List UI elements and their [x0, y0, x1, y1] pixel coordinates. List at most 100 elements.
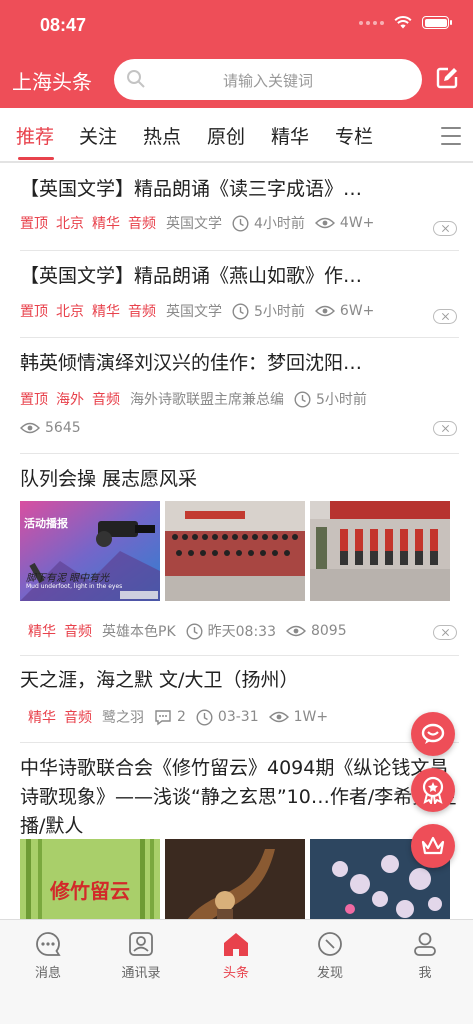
item-meta: 精华 音频 鹭之羽 2 03-31 1W+ — [28, 707, 338, 727]
crown-icon — [421, 836, 445, 855]
clock-icon — [186, 622, 203, 640]
dismiss-button[interactable] — [433, 309, 457, 324]
item-meta: 置顶 北京 精华 音频 英国文学 5小时前 6W+ — [20, 301, 384, 321]
nav-messages[interactable]: 消息 — [8, 930, 88, 981]
tab-original[interactable]: 原创 — [207, 122, 245, 149]
tab-hot[interactable]: 热点 — [143, 122, 181, 149]
eye-icon — [314, 217, 335, 229]
dismiss-button[interactable] — [433, 625, 457, 640]
nav-label: 头条 — [222, 966, 249, 981]
nav-label: 通讯录 — [121, 966, 161, 981]
item-title: 韩英倾情演绎刘汉兴的佳作：梦回沈阳… — [20, 352, 363, 374]
item-title: 天之涯，海之默 文/大卫（扬州） — [20, 669, 299, 691]
item-views: 5645 — [45, 420, 81, 436]
tag: 音频 — [92, 392, 120, 408]
image-caption: Mud underfoot, light in the eyes — [26, 583, 123, 590]
list-item[interactable]: 天之涯，海之默 文/大卫（扬州） 精华 音频 鹭之羽 2 03-31 1W+ — [0, 656, 473, 743]
wifi-icon — [394, 16, 412, 29]
item-time: 昨天08:33 — [207, 624, 276, 640]
news-feed: 【英国文学】精品朗诵《读三字成语》… 置顶 北京 精华 音频 英国文学 4小时前… — [0, 165, 473, 919]
list-item[interactable]: 队列会操 展志愿风采 活动播报 脚下有泥 眼中有光 Mud underfoot,… — [0, 454, 473, 656]
item-views: 4W+ — [339, 215, 375, 231]
chat-button[interactable] — [411, 712, 455, 756]
comment-icon — [155, 709, 171, 725]
nav-label: 我 — [418, 966, 432, 981]
signal-icon — [359, 20, 384, 25]
thumbnail-image: 活动播报 脚下有泥 眼中有光 Mud underfoot, light in t… — [20, 501, 160, 601]
badge-button[interactable] — [411, 768, 455, 812]
item-source: 鹭之羽 — [102, 710, 144, 726]
medal-icon — [422, 776, 444, 804]
item-time: 5小时前 — [316, 392, 367, 408]
item-source: 英国文学 — [166, 304, 222, 320]
app-title: 上海头条 — [12, 70, 92, 94]
active-tab-indicator — [18, 157, 54, 160]
tag: 北京 — [56, 216, 84, 232]
item-views: 6W+ — [339, 303, 375, 319]
tag: 音频 — [64, 624, 92, 640]
tab-recommend[interactable]: 推荐 — [16, 122, 54, 149]
thumbnail-image — [165, 501, 305, 601]
clock-icon — [232, 302, 249, 320]
app-header: 上海头条 请输入关键词 — [0, 52, 473, 108]
contacts-icon — [129, 932, 153, 956]
status-time: 08:47 — [40, 15, 87, 35]
category-tabs: 推荐 关注 热点 原创 精华 专栏 — [0, 108, 473, 163]
tag: 精华 — [28, 624, 56, 640]
nav-me[interactable]: 我 — [385, 930, 465, 981]
nav-headlines[interactable]: 头条 — [196, 930, 276, 981]
tag: 音频 — [64, 710, 92, 726]
dismiss-button[interactable] — [433, 421, 457, 436]
image-caption: 脚下有泥 眼中有光 — [26, 573, 110, 584]
item-views: 1W+ — [293, 709, 329, 725]
clock-icon — [232, 214, 249, 232]
list-item[interactable]: 【英国文学】精品朗诵《读三字成语》… 置顶 北京 精华 音频 英国文学 4小时前… — [0, 165, 473, 251]
clock-icon — [196, 708, 213, 726]
item-time: 5小时前 — [254, 304, 305, 320]
tag: 置顶 — [20, 392, 48, 408]
bottom-nav: 消息 通讯录 头条 发现 我 — [0, 919, 473, 1024]
dismiss-button[interactable] — [433, 221, 457, 236]
clock-icon — [294, 390, 311, 408]
list-item[interactable]: 韩英倾情演绎刘汉兴的佳作：梦回沈阳… 置顶 海外 音频 海外诗歌联盟主席兼总编 … — [0, 338, 473, 454]
tag: 海外 — [56, 392, 84, 408]
tab-column[interactable]: 专栏 — [335, 122, 373, 149]
vip-button[interactable] — [411, 824, 455, 868]
eye-icon — [314, 305, 335, 317]
tag: 精华 — [28, 710, 56, 726]
item-source: 海外诗歌联盟主席兼总编 — [130, 392, 284, 408]
tag: 北京 — [56, 304, 84, 320]
thumbnail-image: 修竹留云 — [20, 839, 160, 919]
menu-icon[interactable] — [441, 127, 461, 151]
list-item[interactable]: 中华诗歌联合会《修竹留云》4094期《纵论钱文昌诗歌现象》——浅谈“静之玄思”1… — [0, 743, 473, 919]
tag: 置顶 — [20, 216, 48, 232]
compass-icon — [318, 932, 342, 956]
tag: 置顶 — [20, 304, 48, 320]
home-icon — [224, 933, 248, 956]
nav-discover[interactable]: 发现 — [290, 930, 370, 981]
item-source: 英国文学 — [166, 216, 222, 232]
eye-icon — [268, 711, 289, 723]
item-meta: 置顶 北京 精华 音频 英国文学 4小时前 4W+ — [20, 213, 384, 233]
tab-featured[interactable]: 精华 — [271, 122, 309, 149]
edit-icon[interactable] — [435, 66, 459, 90]
list-item[interactable]: 【英国文学】精品朗诵《燕山如歌》作… 置顶 北京 精华 音频 英国文学 5小时前… — [0, 251, 473, 338]
item-title: 【英国文学】精品朗诵《读三字成语》… — [20, 178, 363, 200]
search-input[interactable]: 请输入关键词 — [114, 59, 422, 100]
image-caption: 活动播报 — [24, 517, 68, 530]
eye-icon — [20, 422, 40, 434]
tab-follow[interactable]: 关注 — [79, 122, 117, 149]
item-title: 【英国文学】精品朗诵《燕山如歌》作… — [20, 265, 363, 287]
image-caption: 修竹留云 — [50, 879, 130, 903]
tag: 精华 — [92, 216, 120, 232]
item-views: 8095 — [310, 623, 347, 639]
tag: 音频 — [128, 304, 156, 320]
item-meta: 置顶 海外 音频 海外诗歌联盟主席兼总编 5小时前 — [20, 389, 377, 409]
chat-icon — [421, 723, 445, 744]
status-icons — [359, 16, 452, 29]
tag: 音频 — [128, 216, 156, 232]
nav-label: 消息 — [34, 966, 61, 981]
message-icon — [36, 932, 61, 956]
nav-contacts[interactable]: 通讯录 — [101, 930, 181, 981]
eye-icon — [285, 625, 306, 637]
